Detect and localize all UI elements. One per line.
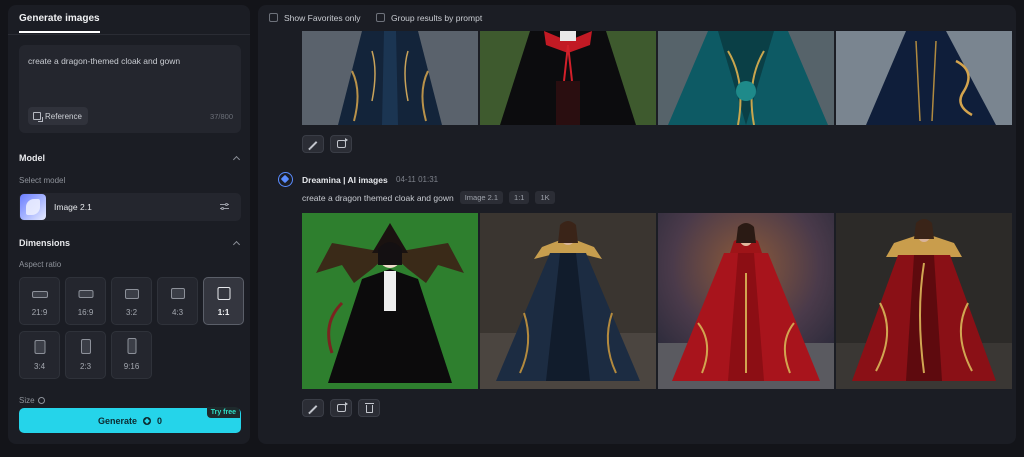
- app-root: Generate images create a dragon-themed c…: [0, 0, 1024, 457]
- ratio-label: 1:1: [217, 308, 230, 317]
- generate-cost: 0: [157, 415, 163, 426]
- generation-images: [302, 213, 1012, 389]
- dimensions-section-title: Dimensions: [19, 238, 71, 248]
- reference-icon: [33, 112, 43, 122]
- ratio-1-1-icon: [217, 287, 230, 300]
- result-image[interactable]: [836, 31, 1012, 125]
- result-image[interactable]: [480, 213, 656, 389]
- results-filter-bar: Show Favorites only Group results by pro…: [258, 5, 1016, 29]
- ratio-option-21-9[interactable]: 21:9: [19, 277, 60, 325]
- ratio-label: 2:3: [79, 362, 92, 371]
- model-thumbnail: [20, 194, 46, 220]
- prompt-text[interactable]: create a dragon-themed cloak and gown: [28, 56, 180, 66]
- regenerate-icon: [337, 138, 348, 148]
- ratio-option-2-3[interactable]: 2:3: [65, 331, 106, 379]
- ratio-label: 16:9: [77, 308, 94, 317]
- credit-coin-icon: [143, 416, 151, 425]
- ratio-option-3-4[interactable]: 3:4: [19, 331, 60, 379]
- ratio-9-16-icon: [127, 338, 136, 354]
- ratio-label: 4:3: [171, 308, 184, 317]
- generation-panel: Generate images create a dragon-themed c…: [8, 5, 250, 444]
- model-collapse-chevron-icon[interactable]: [232, 155, 241, 164]
- generation-actions: [302, 399, 380, 417]
- show-favorites-checkbox[interactable]: [269, 13, 278, 22]
- generation-author: Dreamina | AI images: [302, 175, 388, 185]
- reference-button[interactable]: Reference: [28, 107, 88, 125]
- ratio-21-9-icon: [31, 291, 48, 298]
- result-image[interactable]: [658, 31, 834, 125]
- ratio-label: 3:4: [33, 362, 46, 371]
- ratio-option-16-9[interactable]: 16:9: [65, 277, 106, 325]
- result-image[interactable]: [658, 213, 834, 389]
- previous-generation-actions: [302, 135, 352, 153]
- info-icon[interactable]: [37, 397, 45, 405]
- model-selector[interactable]: Image 2.1: [19, 193, 241, 221]
- results-panel: Show Favorites only Group results by pro…: [258, 5, 1016, 444]
- ratio-tag: 1:1: [509, 191, 530, 204]
- ratio-label: 21:9: [31, 308, 48, 317]
- ratio-label: 3:2: [125, 308, 138, 317]
- result-image[interactable]: [836, 213, 1012, 389]
- show-favorites-label[interactable]: Show Favorites only: [284, 13, 361, 23]
- size-label-text: Size: [19, 396, 35, 405]
- delete-button[interactable]: [358, 399, 380, 417]
- generate-label: Generate: [97, 415, 137, 426]
- group-by-prompt-label[interactable]: Group results by prompt: [391, 13, 482, 23]
- regenerate-button[interactable]: [330, 399, 352, 417]
- model-name: Image 2.1: [54, 202, 92, 212]
- ratio-2-3-icon: [80, 339, 91, 354]
- reference-label: Reference: [45, 111, 82, 121]
- prompt-char-counter: 37/800: [210, 112, 233, 121]
- generate-button[interactable]: Generate 0 Try free: [19, 407, 241, 433]
- ratio-option-3-2[interactable]: 3:2: [111, 277, 152, 325]
- model-tag: Image 2.1: [459, 191, 504, 204]
- ratio-3-2-icon: [124, 289, 139, 299]
- result-image[interactable]: [480, 31, 656, 125]
- dreamina-logo-icon: [278, 172, 293, 187]
- resolution-tag: 1K: [535, 191, 555, 204]
- result-image[interactable]: [302, 31, 478, 125]
- tab-generate-images[interactable]: Generate images: [19, 13, 100, 33]
- ratio-option-4-3[interactable]: 4:3: [157, 277, 198, 325]
- size-label: Size: [19, 396, 45, 405]
- regenerate-icon: [337, 402, 348, 412]
- group-by-prompt-checkbox[interactable]: [376, 13, 385, 22]
- try-free-badge: Try free: [206, 407, 240, 418]
- select-model-label: Select model: [19, 176, 66, 185]
- ratio-option-1-1[interactable]: 1:1: [203, 277, 244, 325]
- previous-generation-images: [302, 31, 1012, 125]
- trash-icon: [365, 403, 374, 413]
- aspect-ratio-label: Aspect ratio: [19, 260, 62, 269]
- generation-prompt[interactable]: create a dragon themed cloak and gown: [302, 193, 454, 203]
- edit-button[interactable]: [302, 399, 324, 417]
- tab-divider: [8, 34, 250, 35]
- ratio-option-9-16[interactable]: 9:16: [111, 331, 152, 379]
- regenerate-button[interactable]: [330, 135, 352, 153]
- ratio-label: 9:16: [123, 362, 140, 371]
- model-section-title: Model: [19, 153, 45, 163]
- dimensions-collapse-chevron-icon[interactable]: [232, 240, 241, 249]
- result-image[interactable]: [302, 213, 478, 389]
- ratio-16-9-icon: [78, 290, 93, 298]
- model-settings-icon[interactable]: [220, 203, 229, 211]
- generation-time: 04-11 01:31: [396, 175, 439, 184]
- pencil-icon: [309, 141, 318, 149]
- edit-button[interactable]: [302, 135, 324, 153]
- ratio-4-3-icon: [170, 288, 185, 299]
- generation-prompt-line: create a dragon themed cloak and gown Im…: [302, 191, 555, 204]
- ratio-3-4-icon: [34, 340, 45, 354]
- pencil-icon: [309, 405, 318, 413]
- prompt-input[interactable]: create a dragon-themed cloak and gown Re…: [19, 45, 241, 133]
